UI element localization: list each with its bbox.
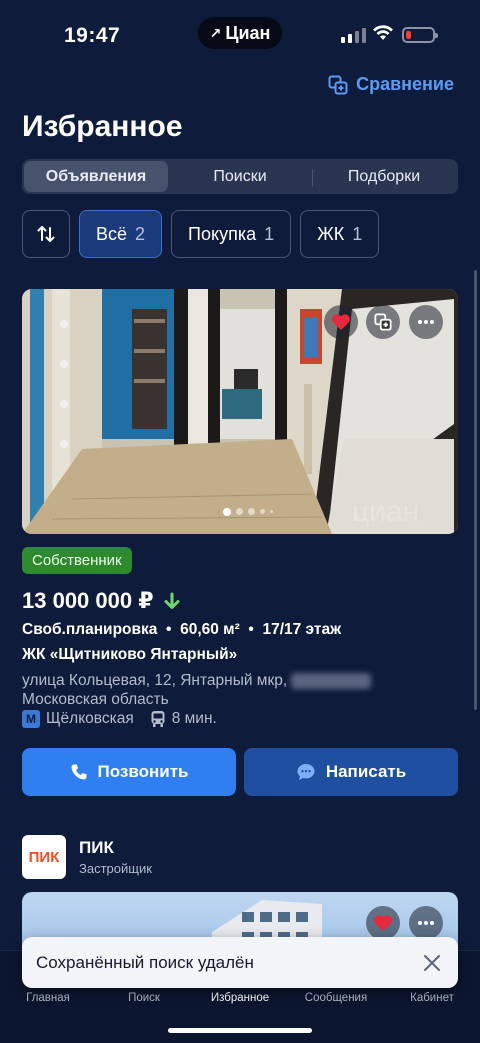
pagination-dot <box>270 510 273 513</box>
price-down-arrow-icon <box>164 592 180 609</box>
toast-close-button[interactable] <box>420 951 444 975</box>
scrollbar[interactable] <box>474 270 477 710</box>
listing-address: улица Кольцевая, 12, Янтарный мкр, Моско… <box>22 671 422 709</box>
chat-bubble-icon <box>297 764 315 780</box>
toast-text: Сохранённый поиск удалён <box>36 952 254 972</box>
heart-filled-icon <box>332 314 350 330</box>
close-icon <box>424 954 440 971</box>
write-button-label: Написать <box>325 762 407 781</box>
redacted-text <box>291 672 372 689</box>
battery-level <box>406 31 411 39</box>
filter-chip-label: ЖК <box>317 223 345 244</box>
developer-logo[interactable]: ПИК <box>22 835 66 879</box>
tab-search[interactable]: Поиск <box>96 992 192 1004</box>
filter-chip-count: 2 <box>135 223 146 244</box>
compare-icon <box>374 313 392 331</box>
pagination-dot <box>236 508 243 515</box>
filter-chip-purchase[interactable]: Покупка 1 <box>171 210 292 258</box>
tab-listings[interactable]: Объявления <box>24 161 168 192</box>
compare-label: Сравнение <box>356 74 454 94</box>
more-dots-icon <box>418 921 434 925</box>
filter-chip-count: 1 <box>352 223 363 244</box>
residential-complex-link[interactable]: ЖК «Щитниково Янтарный» <box>22 646 237 664</box>
favorites-segmented-control: Объявления Поиски Подборки <box>22 159 458 194</box>
tab-messages[interactable]: Сообщения <box>288 992 384 1004</box>
listing-price: 13 000 000 ₽ <box>22 588 154 613</box>
metro-icon: М <box>22 710 40 728</box>
tab-home[interactable]: Главная <box>0 992 96 1004</box>
add-to-compare-button[interactable] <box>366 305 400 339</box>
sort-arrows-icon <box>37 226 55 242</box>
complex-favorite-button[interactable] <box>366 906 400 940</box>
filter-chip-label: Всё <box>96 223 128 244</box>
battery-icon <box>402 27 438 43</box>
listing-price-row: 13 000 000 ₽ <box>22 588 180 614</box>
tab-account[interactable]: Кабинет <box>384 992 480 1004</box>
cellular-signal-icon <box>341 28 366 43</box>
write-message-button[interactable]: Написать <box>244 748 458 796</box>
complex-more-options-button[interactable] <box>409 906 443 940</box>
bus-icon <box>151 711 165 727</box>
page-title: Избранное <box>22 110 183 143</box>
address-region: Московская область <box>22 691 169 708</box>
listing-params: Своб.планировка • 60,60 м² • 17/17 этаж <box>22 621 342 638</box>
filter-chip-complex[interactable]: ЖК 1 <box>300 210 380 258</box>
compare-link[interactable]: Сравнение <box>328 74 454 95</box>
location-arrow-icon: ↗ <box>209 24 222 41</box>
photo-pagination <box>223 508 273 516</box>
metro-travel-time: 8 мин. <box>171 710 217 727</box>
tab-collections[interactable]: Подборки <box>312 161 456 192</box>
call-button-label: Позвонить <box>97 762 189 781</box>
filter-chip-all[interactable]: Всё 2 <box>79 210 163 258</box>
dynamic-island: ↗ Циан <box>198 17 282 49</box>
compare-icon <box>328 75 348 94</box>
more-options-button[interactable] <box>409 305 443 339</box>
call-button[interactable]: Позвонить <box>22 748 236 796</box>
filter-chip-count: 1 <box>264 223 275 244</box>
tab-favorites[interactable]: Избранное <box>192 992 288 1004</box>
more-dots-icon <box>418 320 434 324</box>
pagination-dot <box>260 509 265 514</box>
filter-chips: Всё 2 Покупка 1 ЖК 1 <box>22 210 380 258</box>
favorite-button[interactable] <box>324 305 358 339</box>
address-line: улица Кольцевая, 12, Янтарный мкр, <box>22 672 288 689</box>
phone-icon <box>71 764 87 780</box>
toast-notification: Сохранённый поиск удалён <box>22 937 458 988</box>
metro-station: Щёлковская <box>46 710 134 727</box>
tab-searches[interactable]: Поиски <box>168 161 312 192</box>
pagination-dot <box>223 508 231 516</box>
developer-name[interactable]: ПИК <box>79 838 114 858</box>
sort-button[interactable] <box>22 210 70 258</box>
heart-filled-icon <box>374 915 392 931</box>
carrier-label: Циан <box>225 22 271 43</box>
status-time: 19:47 <box>64 24 121 47</box>
filter-chip-label: Покупка <box>188 223 257 244</box>
photo-watermark: циан <box>352 495 419 528</box>
developer-role: Застройщик <box>79 861 152 876</box>
wifi-icon <box>373 25 393 40</box>
metro-info: М Щёлковская 8 мин. <box>22 710 217 728</box>
status-bar: 19:47 ↗ Циан <box>0 0 480 70</box>
owner-badge: Собственник <box>22 547 132 574</box>
pagination-dot <box>248 508 255 515</box>
home-indicator <box>168 1028 312 1033</box>
